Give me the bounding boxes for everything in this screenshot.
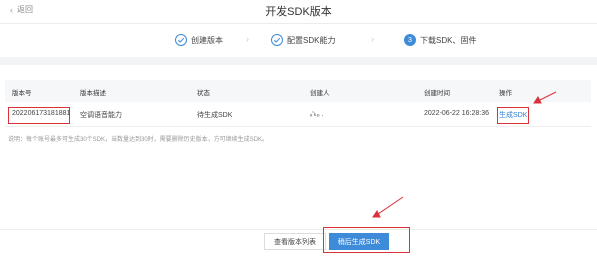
footer-divider xyxy=(0,229,597,230)
arrow-to-generate-link xyxy=(533,91,557,104)
arrow-to-primary-button xyxy=(372,196,404,218)
highlight-box-primary-button xyxy=(323,227,410,253)
view-version-list-button[interactable]: 查看版本列表 xyxy=(264,233,326,250)
annotation-arrows xyxy=(372,91,557,218)
